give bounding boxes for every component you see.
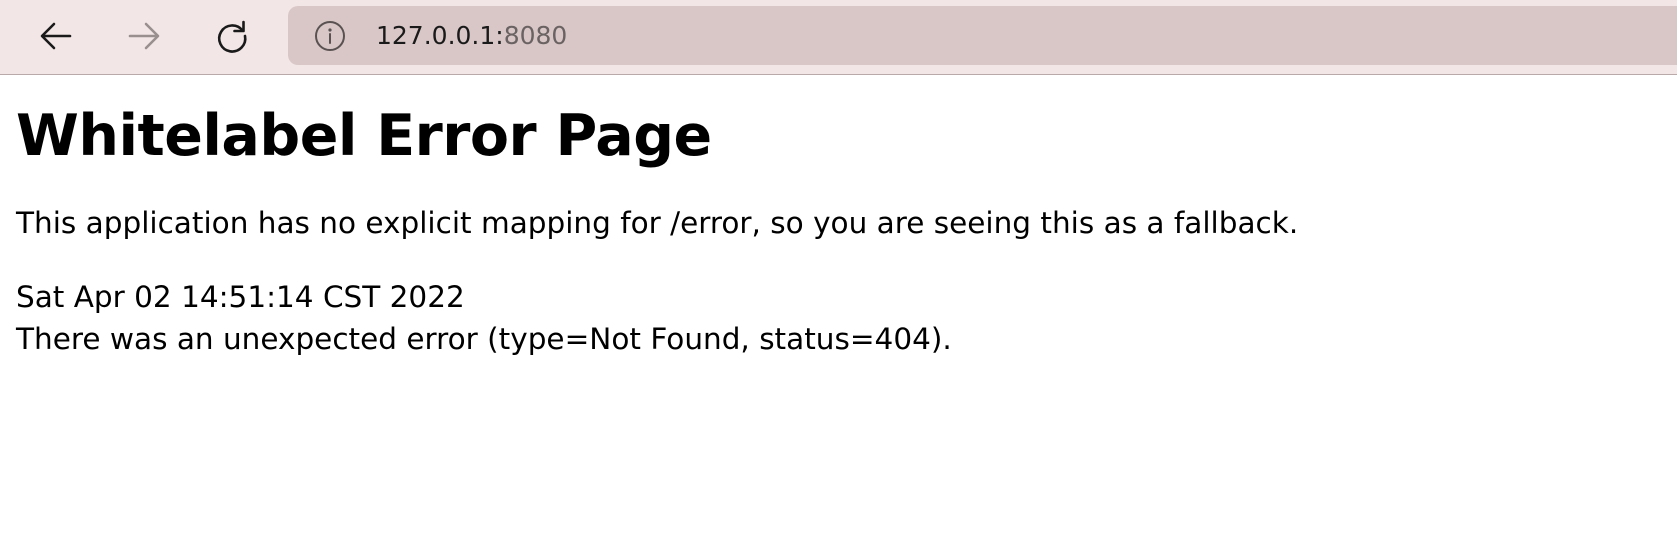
arrow-right-icon: [128, 22, 160, 50]
back-button[interactable]: [32, 12, 80, 60]
error-message: There was an unexpected error (type=Not …: [16, 322, 952, 356]
page-content: Whitelabel Error Page This application h…: [16, 96, 1656, 360]
url-port: 8080: [503, 21, 568, 50]
error-timestamp: Sat Apr 02 14:51:14 CST 2022: [16, 280, 465, 314]
reload-icon: [217, 20, 247, 53]
browser-toolbar: 127.0.0.1:8080: [0, 0, 1677, 75]
url-text[interactable]: 127.0.0.1:8080: [376, 20, 567, 52]
reload-button[interactable]: [208, 12, 256, 60]
arrow-left-icon: [40, 22, 72, 50]
error-description: This application has no explicit mapping…: [16, 206, 1299, 240]
forward-button[interactable]: [120, 12, 168, 60]
info-icon[interactable]: [314, 20, 346, 52]
page-title: Whitelabel Error Page: [16, 103, 712, 169]
address-bar[interactable]: 127.0.0.1:8080: [288, 6, 1677, 65]
url-host: 127.0.0.1:: [376, 21, 504, 50]
